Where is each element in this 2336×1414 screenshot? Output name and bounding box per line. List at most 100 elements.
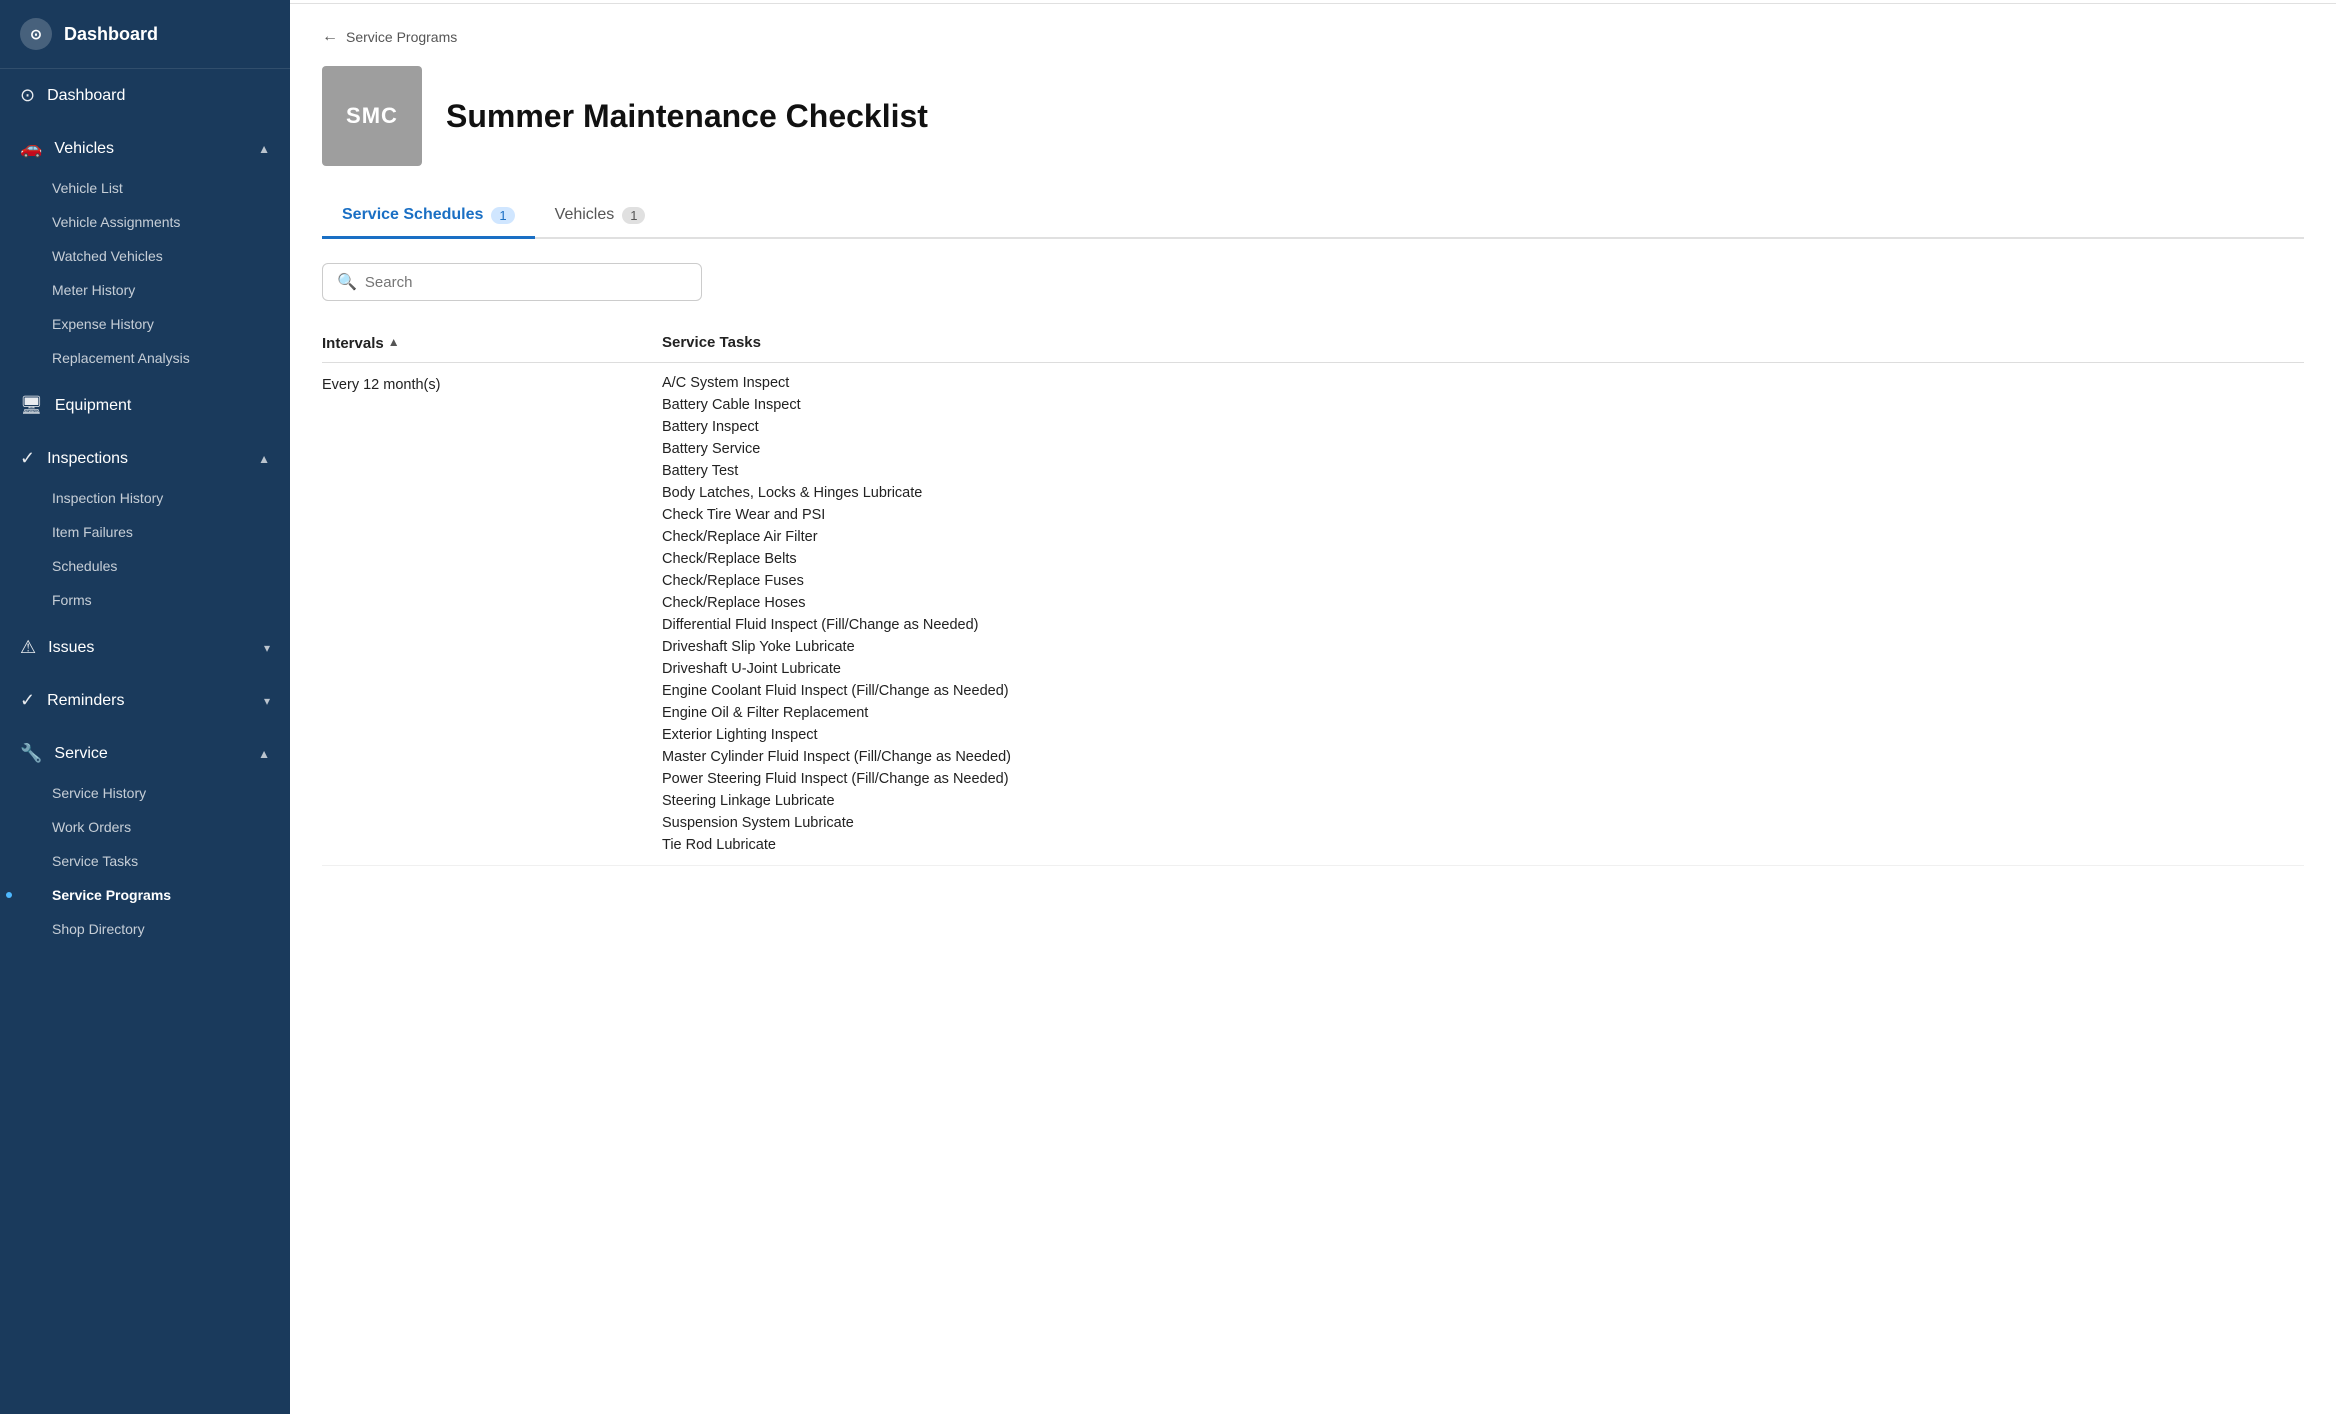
sidebar-item-work-orders[interactable]: Work Orders: [52, 810, 290, 844]
task-item: Check/Replace Air Filter: [662, 529, 2304, 545]
interval-cell: Every 12 month(s): [322, 375, 662, 393]
sidebar-item-expense-history[interactable]: Expense History: [52, 307, 290, 341]
sidebar-label-vehicles: Vehicles: [54, 140, 114, 158]
task-item: Differential Fluid Inspect (Fill/Change …: [662, 617, 2304, 633]
task-item: Battery Test: [662, 463, 2304, 479]
task-item: Tie Rod Lubricate: [662, 837, 2304, 853]
tasks-cell: A/C System Inspect Battery Cable Inspect B…: [662, 375, 2304, 853]
tabs-bar: Service Schedules 1 Vehicles 1: [322, 194, 2304, 239]
table-body: Every 12 month(s) A/C System Inspect Batt…: [322, 363, 2304, 866]
task-item: Engine Coolant Fluid Inspect (Fill/Chang…: [662, 683, 2304, 699]
task-item: Check/Replace Belts: [662, 551, 2304, 567]
tab-vehicles[interactable]: Vehicles 1: [535, 194, 666, 239]
sort-icon: ▲: [388, 335, 400, 349]
task-item: A/C System Inspect: [662, 375, 2304, 391]
sidebar: ⊙ Dashboard ⊙ Dashboard 🚗 Vehicles ▲ Veh…: [0, 0, 290, 1414]
logo-icon: ⊙: [20, 18, 52, 50]
task-item: Driveshaft Slip Yoke Lubricate: [662, 639, 2304, 655]
task-item: Engine Oil & Filter Replacement: [662, 705, 2304, 721]
task-item: Suspension System Lubricate: [662, 815, 2304, 831]
column-header-intervals[interactable]: Intervals ▲: [322, 333, 662, 352]
task-item: Check/Replace Fuses: [662, 573, 2304, 589]
tab-vehicles-badge: 1: [622, 207, 645, 224]
sidebar-section-service: 🔧 Service ▲ Service History Work Orders …: [0, 727, 290, 950]
sidebar-item-service-tasks[interactable]: Service Tasks: [52, 844, 290, 878]
sidebar-section-dashboard: ⊙ Dashboard: [0, 69, 290, 122]
back-arrow-icon[interactable]: ←: [322, 28, 338, 46]
breadcrumb-link[interactable]: Service Programs: [346, 29, 457, 45]
service-sub-items: Service History Work Orders Service Task…: [0, 776, 290, 946]
search-input[interactable]: [365, 274, 687, 291]
tab-vehicles-label: Vehicles: [555, 206, 615, 224]
interval-value: Every 12 month(s): [322, 377, 440, 393]
sidebar-item-vehicle-assignments[interactable]: Vehicle Assignments: [52, 205, 290, 239]
inspections-chevron-up-icon: ▲: [258, 452, 270, 466]
inspections-icon: ✓: [20, 448, 35, 469]
sidebar-item-replacement-analysis[interactable]: Replacement Analysis: [52, 341, 290, 375]
sidebar-item-item-failures[interactable]: Item Failures: [52, 515, 290, 549]
sidebar-label-reminders: Reminders: [47, 692, 124, 710]
task-list: A/C System Inspect Battery Cable Inspect B…: [662, 375, 2304, 853]
avatar: SMC: [322, 66, 422, 166]
search-bar: 🔍: [322, 263, 702, 301]
sidebar-item-forms[interactable]: Forms: [52, 583, 290, 617]
task-item: Battery Cable Inspect: [662, 397, 2304, 413]
sidebar-item-schedules[interactable]: Schedules: [52, 549, 290, 583]
sidebar-item-reminders[interactable]: ✓ Reminders ▾: [0, 678, 290, 723]
equipment-icon: 🖥: [20, 395, 43, 416]
issues-chevron-icon: ▾: [264, 641, 270, 655]
column-label-intervals: Intervals: [322, 335, 384, 352]
sidebar-item-inspection-history[interactable]: Inspection History: [52, 481, 290, 515]
sidebar-item-vehicle-list[interactable]: Vehicle List: [52, 171, 290, 205]
task-item: Check Tire Wear and PSI: [662, 507, 2304, 523]
sidebar-item-inspections[interactable]: ✓ Inspections ▲: [0, 436, 290, 481]
sidebar-label-equipment: Equipment: [55, 397, 132, 415]
task-item: Exterior Lighting Inspect: [662, 727, 2304, 743]
service-chevron-up-icon: ▲: [258, 747, 270, 761]
sidebar-label-inspections: Inspections: [47, 450, 128, 468]
sidebar-section-equipment: 🖥 Equipment: [0, 379, 290, 432]
chevron-up-icon: ▲: [258, 142, 270, 156]
sidebar-section-issues: ⚠ Issues ▾: [0, 621, 290, 674]
sidebar-item-dashboard[interactable]: ⊙ Dashboard: [0, 73, 290, 118]
sidebar-item-shop-directory[interactable]: Shop Directory: [52, 912, 290, 946]
task-item: Battery Inspect: [662, 419, 2304, 435]
table-header: Intervals ▲ Service Tasks: [322, 325, 2304, 363]
sidebar-item-service-programs[interactable]: Service Programs: [52, 878, 290, 912]
vehicles-icon: 🚗: [20, 138, 42, 159]
task-item: Check/Replace Hoses: [662, 595, 2304, 611]
sidebar-section-reminders: ✓ Reminders ▾: [0, 674, 290, 727]
tab-service-schedules-label: Service Schedules: [342, 206, 483, 224]
sidebar-item-equipment[interactable]: 🖥 Equipment: [0, 383, 290, 428]
task-item: Master Cylinder Fluid Inspect (Fill/Chan…: [662, 749, 2304, 765]
sidebar-label-issues: Issues: [48, 639, 94, 657]
tab-service-schedules-badge: 1: [491, 207, 514, 224]
service-icon: 🔧: [20, 743, 42, 764]
sidebar-logo-label: Dashboard: [64, 24, 158, 45]
column-label-service-tasks: Service Tasks: [662, 334, 761, 351]
search-icon: 🔍: [337, 272, 357, 292]
task-item: Battery Service: [662, 441, 2304, 457]
dashboard-icon: ⊙: [20, 85, 35, 106]
reminders-chevron-icon: ▾: [264, 694, 270, 708]
reminders-icon: ✓: [20, 690, 35, 711]
vehicles-sub-items: Vehicle List Vehicle Assignments Watched…: [0, 171, 290, 375]
sidebar-item-service[interactable]: 🔧 Service ▲: [0, 731, 290, 776]
issues-icon: ⚠: [20, 637, 36, 658]
sidebar-item-service-history[interactable]: Service History: [52, 776, 290, 810]
sidebar-item-meter-history[interactable]: Meter History: [52, 273, 290, 307]
table-row: Every 12 month(s) A/C System Inspect Batt…: [322, 363, 2304, 866]
task-item: Power Steering Fluid Inspect (Fill/Chang…: [662, 771, 2304, 787]
sidebar-label-dashboard: Dashboard: [47, 87, 125, 105]
task-item: Steering Linkage Lubricate: [662, 793, 2304, 809]
breadcrumb: ← Service Programs: [322, 28, 2304, 46]
tab-service-schedules[interactable]: Service Schedules 1: [322, 194, 535, 239]
sidebar-section-inspections: ✓ Inspections ▲ Inspection History Item …: [0, 432, 290, 621]
sidebar-item-vehicles[interactable]: 🚗 Vehicles ▲: [0, 126, 290, 171]
sidebar-label-service: Service: [54, 745, 107, 763]
sidebar-logo[interactable]: ⊙ Dashboard: [0, 0, 290, 69]
inspections-sub-items: Inspection History Item Failures Schedul…: [0, 481, 290, 617]
sidebar-item-watched-vehicles[interactable]: Watched Vehicles: [52, 239, 290, 273]
task-item: Driveshaft U-Joint Lubricate: [662, 661, 2304, 677]
sidebar-item-issues[interactable]: ⚠ Issues ▾: [0, 625, 290, 670]
